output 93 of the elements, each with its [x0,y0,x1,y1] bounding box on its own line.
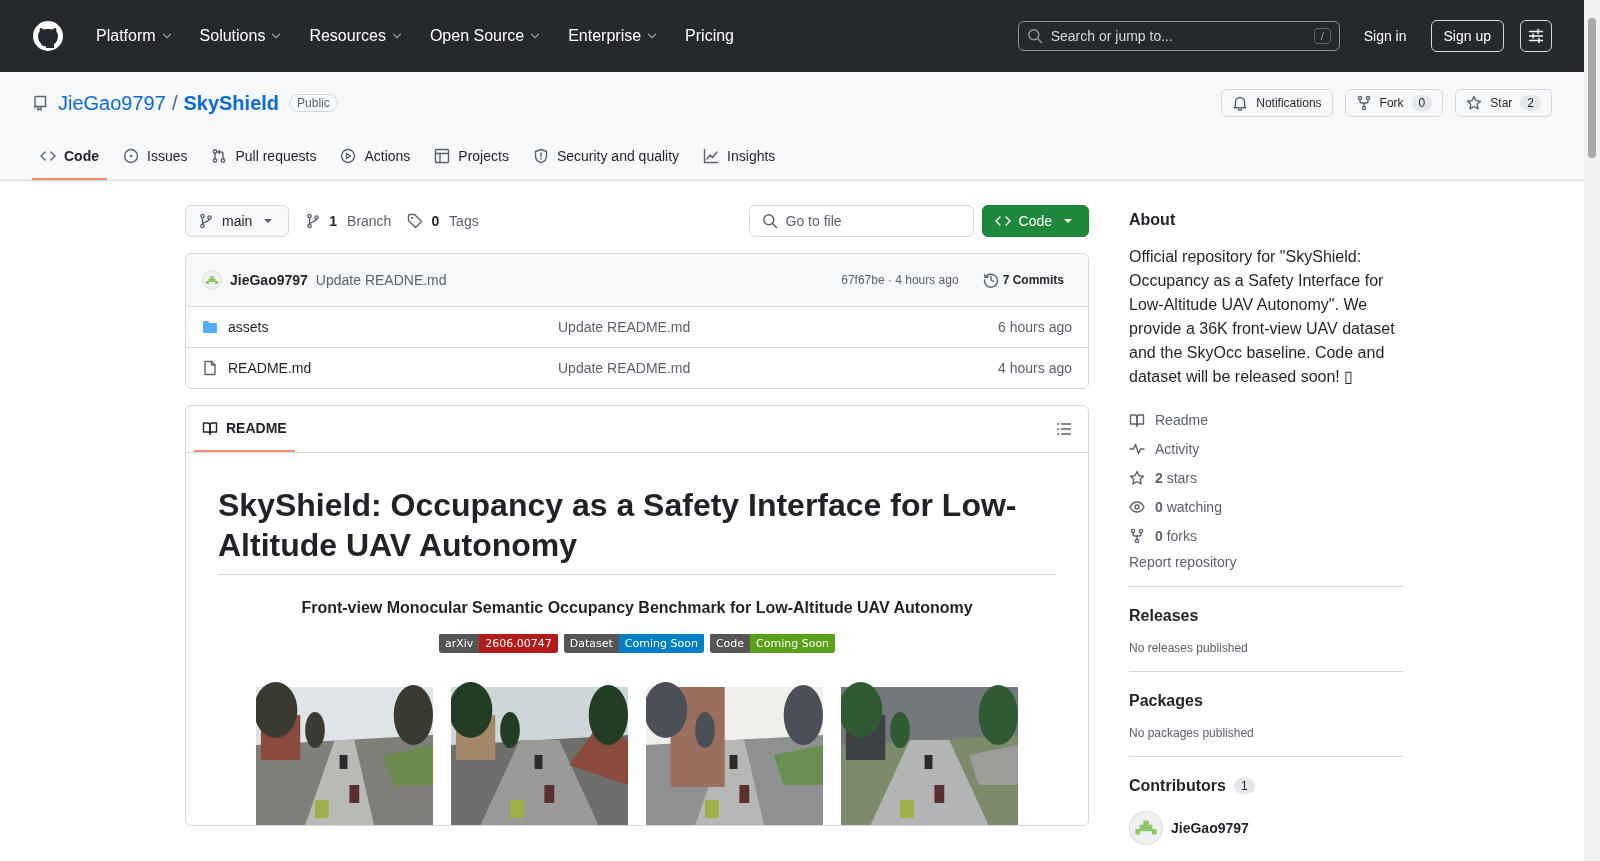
button-label: Star [1490,96,1513,110]
graph-icon [703,148,720,164]
branch-select-button[interactable]: main [185,205,290,237]
code-button[interactable]: Code [981,205,1089,237]
button-label: Notifications [1256,96,1322,110]
branch-icon [305,213,322,229]
star-button[interactable]: Star 2 [1455,89,1552,117]
fork-icon [1355,95,1372,111]
commit-time: 4 hours ago [998,360,1072,376]
commit-message[interactable]: Update READNE.md [315,272,447,288]
tags-link[interactable]: 0 Tags [407,213,479,229]
settings-button[interactable] [1520,20,1552,52]
path-separator: / [171,91,178,115]
repo-tab[interactable]: Projects [426,134,517,180]
book-icon [202,420,218,436]
file-name-link[interactable]: assets [228,319,548,335]
counter: 0 [1411,95,1433,111]
nav-menu-item[interactable]: Enterprise [560,21,668,51]
field-placeholder: Go to file [785,213,842,229]
table-icon [434,148,451,164]
file-name-link[interactable]: README.md [228,360,548,376]
commit-message-link[interactable]: Update README.md [558,319,989,335]
readme-tab[interactable]: README [194,406,295,452]
section-heading[interactable]: Packages [1129,692,1403,710]
repo-tab[interactable]: Pull requests [203,134,325,180]
commit-author[interactable]: JieGao9797 [230,272,308,288]
section-heading[interactable]: Contributors [1129,777,1226,795]
nav-menu-item[interactable]: Resources [301,21,412,51]
avatar-icon[interactable] [1129,811,1163,845]
section-note: No releases published [1129,641,1249,655]
keyboard-shortcut-key: / [1313,28,1331,44]
repo-tab[interactable]: Insights [695,134,784,180]
readme-subtitle: Front-view Monocular Semantic Occupancy Benchmark for Low-Altitude UAV Autonomy [300,599,974,617]
play-icon [340,148,357,164]
search-field[interactable]: Search or jump to... / [1017,21,1340,51]
notifications-button[interactable]: Notifications [1221,89,1333,117]
history-icon [982,272,999,288]
star-icon [1129,469,1145,486]
sidebar-link[interactable]: Readme [1155,411,1208,428]
bell-icon [1232,95,1249,111]
scrollbar[interactable] [1584,0,1600,861]
outline-list-icon[interactable] [1056,421,1072,437]
section-note: No packages published [1129,726,1255,740]
pull-request-icon [211,148,228,164]
commit-time: 6 hours ago [998,319,1072,335]
tag-icon [407,213,424,229]
sidebar-link[interactable]: 0 watching [1155,498,1222,515]
contributor-name-link[interactable]: JieGao9797 [1171,820,1249,836]
search-placeholder: Search or jump to... [1050,28,1174,44]
nav-menu-item[interactable]: Platform [88,21,182,51]
book-icon [1129,411,1145,428]
search-icon [761,213,778,229]
repo-tab[interactable]: Actions [332,134,419,180]
folder-icon [202,319,218,335]
repo-owner-link[interactable]: JieGao9797 [58,91,166,115]
repo-tab[interactable]: Code [32,134,107,180]
about-heading: About [1129,211,1177,229]
sign-in-link[interactable]: Sign in [1363,28,1407,44]
commit-hash-time: 67f67be · 4 hours ago [841,273,959,287]
go-to-file-field[interactable]: Go to file [748,205,974,237]
repo-name-link[interactable]: SkyShield [183,91,280,115]
counter: 2 [1520,95,1541,111]
branches-link[interactable]: 1 Branch [305,213,392,229]
sidebar-link[interactable]: Activity [1155,440,1200,457]
fork-button[interactable]: Fork 0 [1344,89,1444,117]
star-icon [1466,95,1483,111]
repo-tab[interactable]: Issues [115,134,196,180]
readme-title: SkyShield: Occupancy as a Safety Interface for Low-Altitude UAV Autonomy [218,485,1056,575]
file-icon [202,360,218,376]
octocat-logo-icon[interactable] [32,20,64,52]
sliders-icon [1528,28,1544,44]
repo-tab[interactable]: Security and quality [524,134,688,180]
branch-icon [198,213,214,229]
button-label: Fork [1379,96,1404,110]
nav-menu-item[interactable]: Solutions [191,21,292,51]
search-icon [1026,28,1043,44]
repo-icon [32,95,48,111]
repo-description: Official repository for "SkyShield: Occupancy as a Safety Interface for Low-Altitude UAV Autonomy". We provide a 36K front-view UAV dataset and the SkyOcc baseline. Code and dataset will be released soon! ▯ [1129,247,1396,387]
sidebar-link[interactable]: 2 stars [1155,469,1198,486]
circle-dot-icon [123,148,139,164]
shield-icon [532,148,549,164]
nav-menu-item[interactable]: Pricing [677,21,742,51]
sidebar-link[interactable]: 0 forks [1155,527,1198,544]
report-repository-link[interactable]: Report repository [1129,554,1403,587]
fork-icon [1129,527,1145,544]
sign-up-button[interactable]: Sign up [1430,20,1504,52]
counter: 1 [1233,778,1255,794]
eye-icon [1129,498,1145,515]
commit-message-link[interactable]: Update README.md [558,360,989,376]
section-heading[interactable]: Releases [1129,607,1403,625]
commits-link[interactable]: 7 Commits [974,272,1072,288]
avatar-icon [202,270,222,290]
nav-menu-item[interactable]: Open Source [421,21,551,51]
